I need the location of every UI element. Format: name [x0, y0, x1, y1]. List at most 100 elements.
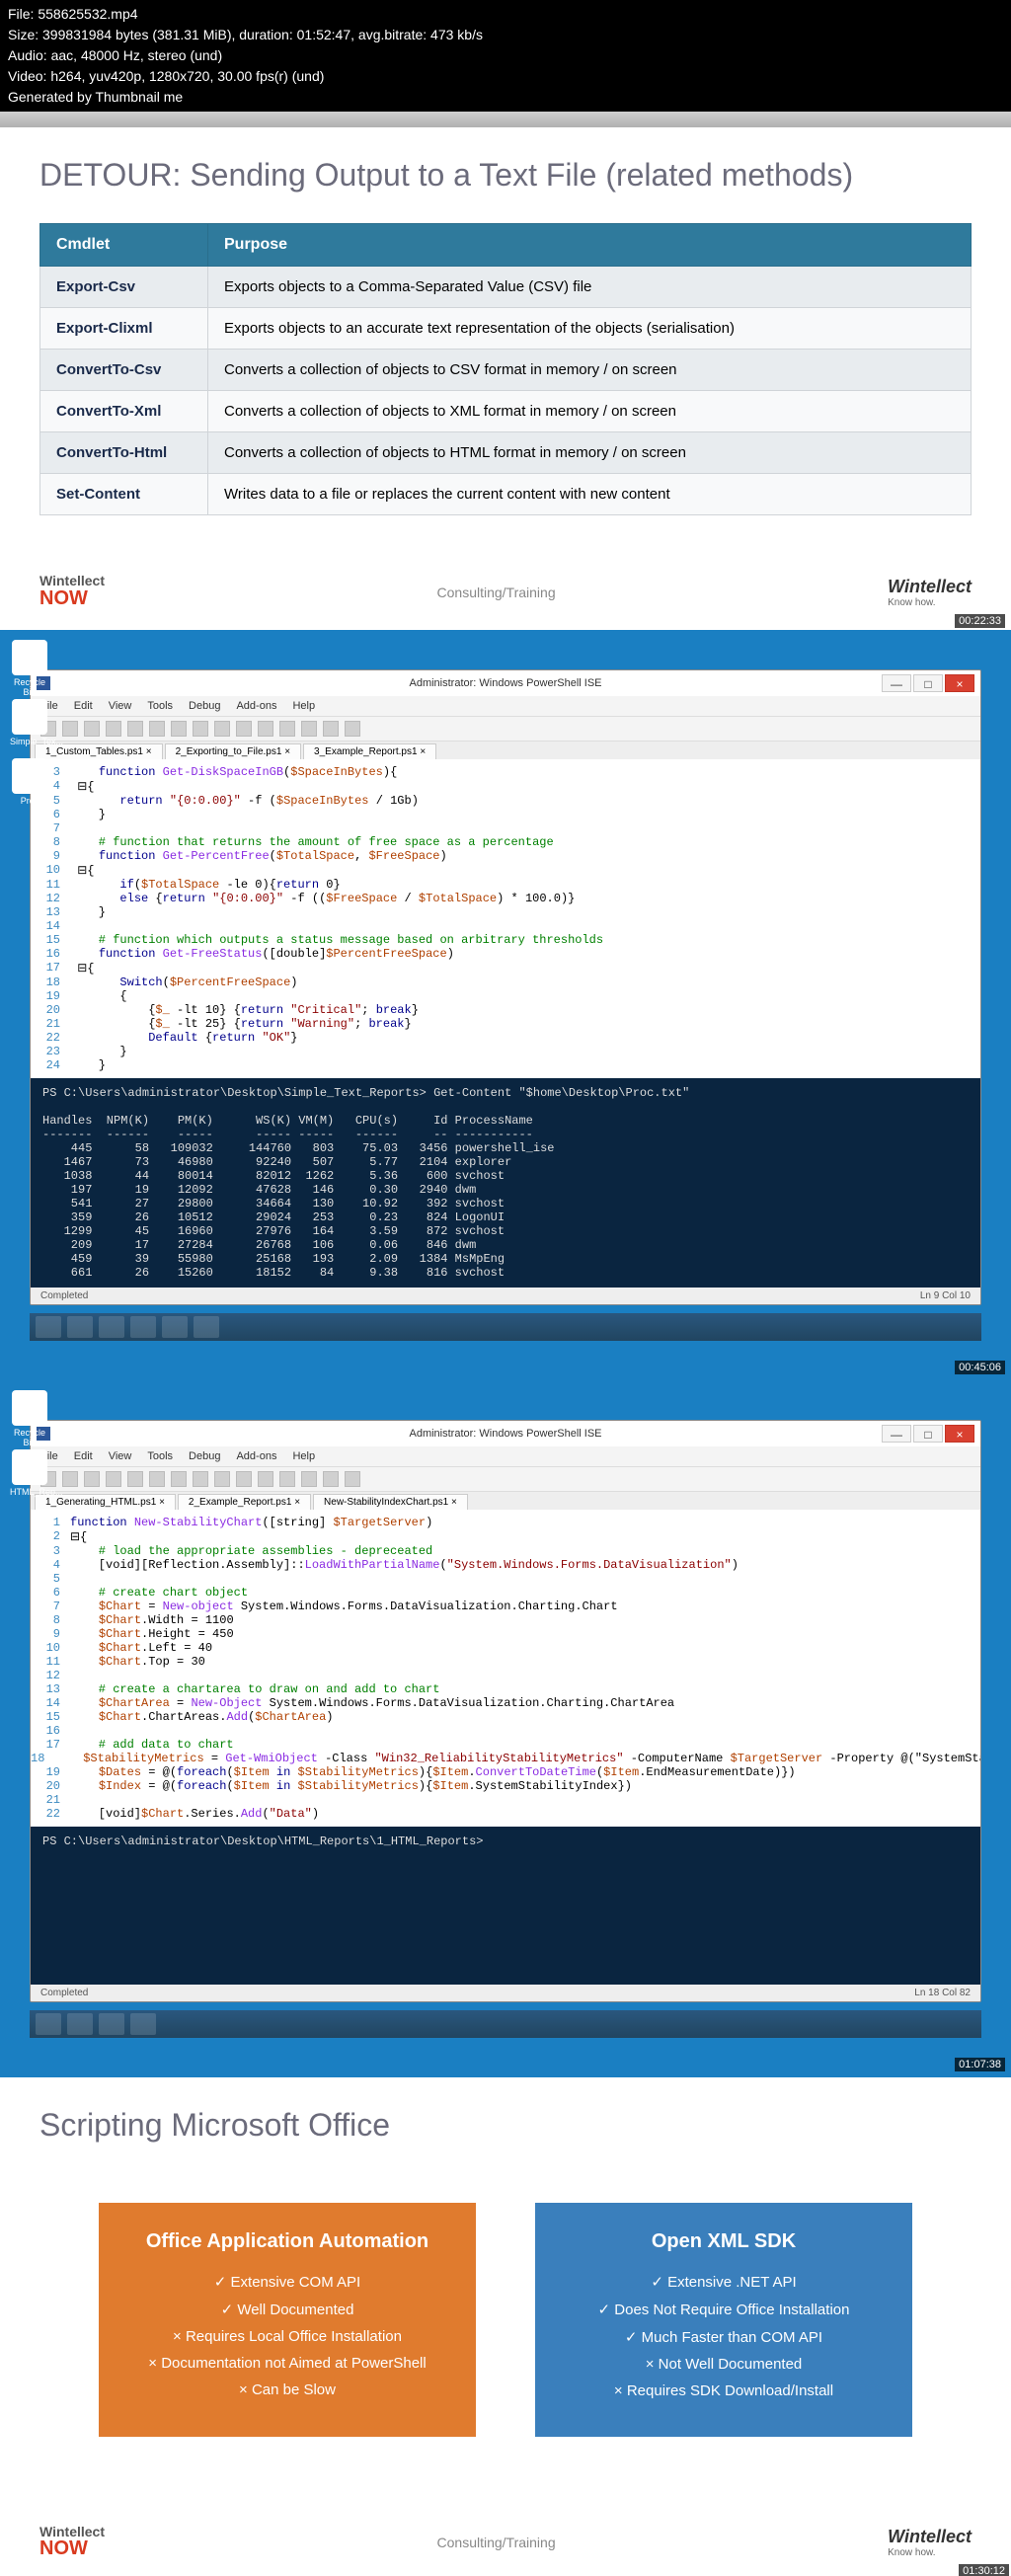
desktop-icon[interactable]: Recycle Bin — [10, 1390, 49, 1447]
toolbar-icon[interactable] — [236, 721, 252, 737]
th-cmdlet: Cmdlet — [40, 224, 208, 267]
taskbar-item[interactable] — [130, 1316, 156, 1338]
feature-item: Documentation not Aimed at PowerShell — [122, 2355, 452, 2372]
start-button[interactable] — [36, 1316, 61, 1338]
menu-item[interactable]: Help — [292, 700, 315, 712]
cmdlet-purpose: Converts a collection of objects to HTML… — [208, 432, 972, 474]
editor-tab[interactable]: 3_Example_Report.ps1 × — [303, 743, 436, 759]
toolbar-icon[interactable] — [279, 1471, 295, 1487]
toolbar-icon[interactable] — [127, 1471, 143, 1487]
toolbar-icon[interactable] — [106, 1471, 121, 1487]
status-bar: Completed Ln 9 Col 10 — [31, 1288, 980, 1304]
code-editor[interactable]: 1function New-StabilityChart([string] $T… — [31, 1510, 980, 1827]
menu-item[interactable]: View — [109, 700, 132, 712]
cmdlet-purpose: Exports objects to a Comma-Separated Val… — [208, 267, 972, 308]
office-automation-box: Office Application Automation Extensive … — [99, 2203, 476, 2437]
slide-title: Scripting Microsoft Office — [39, 2107, 972, 2144]
menu-item[interactable]: Debug — [189, 1450, 220, 1462]
toolbar-icon[interactable] — [236, 1471, 252, 1487]
toolbar-icon[interactable] — [127, 721, 143, 737]
taskbar-item[interactable] — [67, 1316, 93, 1338]
desktop-icon[interactable]: Simple_Tex... — [10, 699, 49, 746]
toolbar-icon[interactable] — [62, 721, 78, 737]
menu-item[interactable]: Add-ons — [236, 700, 276, 712]
menu-item[interactable]: Tools — [147, 1450, 173, 1462]
th-purpose: Purpose — [208, 224, 972, 267]
code-editor[interactable]: 3 function Get-DiskSpaceInGB($SpaceInByt… — [31, 759, 980, 1078]
desktop-icon[interactable]: Proc — [10, 758, 49, 806]
toolbar-icon[interactable] — [149, 1471, 165, 1487]
menu-item[interactable]: Help — [292, 1450, 315, 1462]
menu-item[interactable]: View — [109, 1450, 132, 1462]
toolbar-icon[interactable] — [258, 721, 273, 737]
editor-tab[interactable]: New-StabilityIndexChart.ps1 × — [313, 1494, 468, 1510]
meta-audio: Audio: aac, 48000 Hz, stereo (und) — [8, 45, 1003, 66]
tagline: Know how. — [888, 597, 972, 608]
desktop-icon[interactable]: HTML_Rep... — [10, 1449, 49, 1497]
toolbar-icon[interactable] — [84, 1471, 100, 1487]
start-button[interactable] — [36, 2013, 61, 2035]
editor-tab[interactable]: 2_Exporting_to_File.ps1 × — [165, 743, 301, 759]
desktop-icon[interactable]: Recycle Bin — [10, 640, 49, 697]
tagline: Know how. — [888, 2547, 972, 2558]
menu-item[interactable]: Tools — [147, 700, 173, 712]
toolbar-icon[interactable] — [149, 721, 165, 737]
ise-menubar: FileEditViewToolsDebugAdd-onsHelp — [31, 696, 980, 717]
taskbar-item[interactable] — [67, 2013, 93, 2035]
desktop-screenshot-1: 00:22:33 Administrator: Windows PowerShe… — [0, 630, 1011, 1380]
toolbar-icon[interactable] — [301, 721, 317, 737]
logo-right: Wintellect — [888, 2527, 972, 2547]
feature-item: Not Well Documented — [559, 2356, 889, 2373]
console-pane[interactable]: PS C:\Users\administrator\Desktop\HTML_R… — [31, 1827, 980, 1985]
cmdlet-name: ConvertTo-Html — [40, 432, 208, 474]
toolbar-icon[interactable] — [323, 721, 339, 737]
editor-tabs: 1_Generating_HTML.ps1 ×2_Example_Report.… — [31, 1492, 980, 1510]
toolbar-icon[interactable] — [214, 721, 230, 737]
taskbar-item[interactable] — [194, 1316, 219, 1338]
cmdlet-purpose: Exports objects to an accurate text repr… — [208, 308, 972, 350]
taskbar-item[interactable] — [162, 1316, 188, 1338]
taskbar-item[interactable] — [99, 1316, 124, 1338]
toolbar-icon[interactable] — [323, 1471, 339, 1487]
timestamp: 00:22:33 — [955, 614, 1005, 628]
ise-titlebar: Administrator: Windows PowerShell ISE — … — [31, 670, 980, 696]
toolbar-icon[interactable] — [171, 1471, 187, 1487]
toolbar-icon[interactable] — [106, 721, 121, 737]
taskbar-item[interactable] — [99, 2013, 124, 2035]
toolbar-icon[interactable] — [84, 721, 100, 737]
feature-item: Much Faster than COM API — [559, 2328, 889, 2346]
toolbar-icon[interactable] — [279, 721, 295, 737]
toolbar-icon[interactable] — [193, 1471, 208, 1487]
status-completed: Completed — [40, 1988, 88, 1998]
toolbar-icon[interactable] — [258, 1471, 273, 1487]
menu-item[interactable]: Edit — [74, 700, 93, 712]
footer-center: Consulting/Training — [437, 585, 556, 600]
box-title: Open XML SDK — [559, 2230, 889, 2253]
console-pane[interactable]: PS C:\Users\administrator\Desktop\Simple… — [31, 1078, 980, 1288]
timestamp: 01:07:38 — [955, 2058, 1005, 2071]
ise-window: Administrator: Windows PowerShell ISE — … — [30, 1420, 981, 2002]
desktop-screenshot-2: Administrator: Windows PowerShell ISE — … — [0, 1380, 1011, 2077]
menu-item[interactable]: Edit — [74, 1450, 93, 1462]
meta-video: Video: h264, yuv420p, 1280x720, 30.00 fp… — [8, 66, 1003, 87]
cursor-position: Ln 18 Col 82 — [914, 1988, 971, 1998]
toolbar-icon[interactable] — [345, 1471, 360, 1487]
cursor-position: Ln 9 Col 10 — [920, 1290, 971, 1301]
slide-title: DETOUR: Sending Output to a Text File (r… — [39, 157, 972, 194]
feature-item: Does Not Require Office Installation — [559, 2301, 889, 2318]
taskbar-item[interactable] — [130, 2013, 156, 2035]
cmdlet-name: ConvertTo-Xml — [40, 391, 208, 432]
logo-now: NOW — [39, 2537, 105, 2560]
menu-item[interactable]: Debug — [189, 700, 220, 712]
toolbar-icon[interactable] — [301, 1471, 317, 1487]
menu-item[interactable]: Add-ons — [236, 1450, 276, 1462]
feature-item: Extensive .NET API — [559, 2273, 889, 2291]
ise-titlebar: Administrator: Windows PowerShell ISE — … — [31, 1421, 980, 1446]
toolbar-icon[interactable] — [345, 721, 360, 737]
meta-size: Size: 399831984 bytes (381.31 MiB), dura… — [8, 25, 1003, 45]
editor-tab[interactable]: 2_Example_Report.ps1 × — [178, 1494, 311, 1510]
toolbar-icon[interactable] — [193, 721, 208, 737]
toolbar-icon[interactable] — [171, 721, 187, 737]
toolbar-icon[interactable] — [214, 1471, 230, 1487]
toolbar-icon[interactable] — [62, 1471, 78, 1487]
